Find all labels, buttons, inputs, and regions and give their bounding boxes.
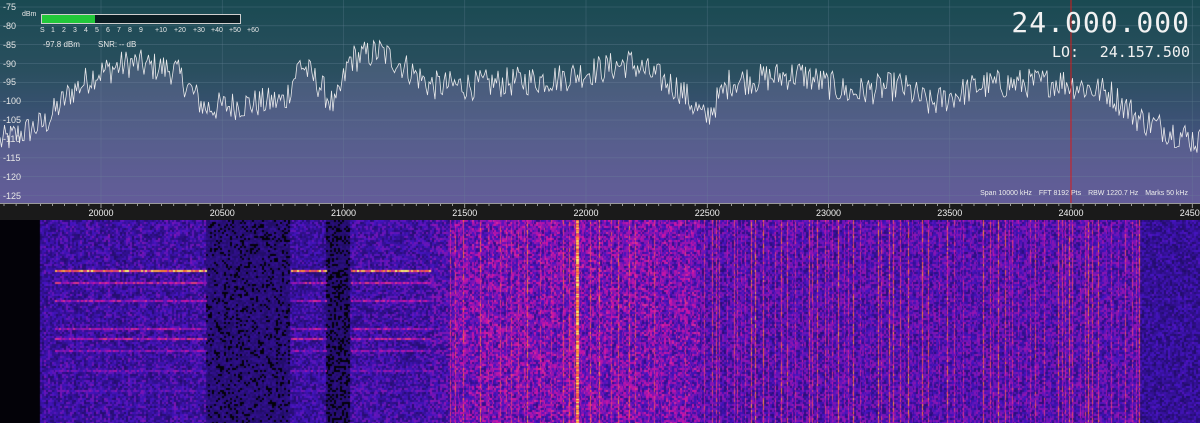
span-info: Span 10000 kHz	[980, 190, 1032, 197]
s-meter-tick: +40	[211, 27, 223, 34]
s-meter-tick: +20	[174, 27, 186, 34]
s-meter-bar	[41, 14, 241, 24]
marks-info: Marks 50 kHz	[1145, 190, 1188, 197]
freq-axis-label: 23500	[937, 208, 963, 218]
s-meter-tick: 3	[73, 27, 77, 34]
db-label: -105	[3, 115, 22, 126]
spectrum-area-fill	[0, 40, 1200, 203]
s-meter-tick: 2	[62, 27, 66, 34]
db-label: -100	[3, 96, 22, 107]
snr-value: -- dB	[119, 40, 137, 49]
signal-level-readout: -97.8 dBm	[43, 40, 80, 49]
s-meter-fill	[42, 15, 96, 23]
s-meter-tick: +60	[247, 27, 259, 34]
frequency-axis-ticks	[3, 204, 1193, 208]
lo-frequency-display[interactable]: 24.157.500	[1100, 44, 1190, 60]
db-unit-label: dBm	[22, 11, 37, 18]
s-meter-tick: 1	[51, 27, 55, 34]
lo-label: LO:	[1052, 43, 1080, 61]
db-label: -115	[3, 152, 21, 163]
rbw-info: RBW 1220.7 Hz	[1088, 190, 1139, 197]
snr-label: SNR:	[98, 40, 118, 49]
freq-axis-label: 24000	[1058, 208, 1084, 218]
freq-axis-label: 23000	[815, 208, 842, 218]
freq-axis-label: 21000	[330, 208, 357, 218]
s-meter-tick: 6	[106, 27, 110, 34]
s-meter-tick: +10	[155, 27, 167, 34]
fft-info: FFT 8192 Pts	[1038, 190, 1082, 197]
freq-axis-label: 22000	[573, 208, 599, 218]
db-label: -85	[3, 39, 17, 50]
waterfall-canvas	[0, 220, 1200, 423]
s-meter-tick: 5	[95, 27, 99, 34]
db-label: -110	[3, 133, 21, 144]
db-label: -95	[3, 77, 17, 88]
freq-axis-label: 20500	[209, 208, 235, 218]
fft-info-row: Span 10000 kHz FFT 8192 Pts RBW 1220.7 H…	[975, 190, 1188, 197]
s-meter-tick: +50	[229, 27, 241, 34]
main-frequency-display[interactable]: 24.000.000	[1011, 8, 1190, 38]
freq-axis-label: 22500	[694, 208, 720, 218]
s-meter-tick: 4	[84, 27, 88, 34]
db-label: -75	[3, 2, 17, 12]
db-label: -120	[3, 171, 22, 182]
db-label: -125	[3, 190, 22, 201]
s-meter-tick: 8	[128, 27, 132, 34]
db-label: -80	[3, 20, 17, 31]
sdr-display: dBm -75 -80 -85 -90 -95 -100 -105 -110 -115 -120 -…	[0, 0, 1200, 423]
frequency-axis[interactable]: 1950020000205002100021500220002250023000…	[0, 203, 1200, 220]
s-meter-tick: 7	[117, 27, 121, 34]
spectrum-panel[interactable]: dBm -75 -80 -85 -90 -95 -100 -105 -110 -115 -120 -…	[0, 0, 1200, 203]
s-meter-tick: 9	[139, 27, 143, 34]
freq-axis-label: 20000	[88, 208, 114, 218]
s-meter-scale: S 1 2 3 4 5 6 7 8 9 +10 +20 +30 +40 +50 +60	[40, 27, 259, 37]
s-meter-tick: S	[40, 27, 45, 34]
waterfall-display[interactable]	[0, 220, 1200, 423]
db-label: -90	[3, 58, 17, 69]
s-meter-tick: +30	[193, 27, 205, 34]
freq-axis-label: 24500	[1179, 208, 1200, 218]
freq-axis-label: 21500	[452, 208, 478, 218]
